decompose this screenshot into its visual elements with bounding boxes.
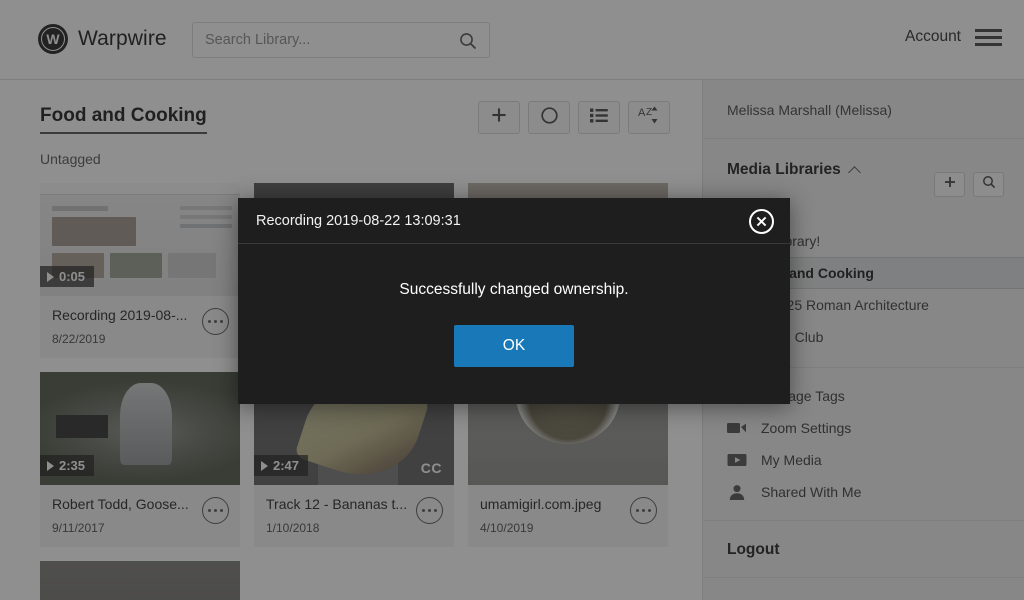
media-options-button[interactable]: [416, 497, 443, 524]
media-libraries-label: Media Libraries: [727, 161, 841, 178]
sidebar-bottom-divider: [703, 577, 1024, 578]
search-bar[interactable]: [192, 22, 490, 58]
dialog-title: Recording 2019-08-22 13:09:31: [256, 212, 461, 229]
duration-badge: 2:35: [40, 455, 95, 476]
ok-button[interactable]: OK: [454, 325, 574, 367]
sidebar-user-name: Melissa Marshall (Melissa): [703, 80, 1024, 139]
media-card[interactable]: 2:35 Robert Todd, Goose... 9/11/2017: [40, 372, 240, 547]
close-icon[interactable]: [749, 209, 774, 234]
dialog-message: Successfully changed ownership.: [399, 281, 629, 298]
nav-label: Shared With Me: [761, 484, 862, 500]
circle-icon: [540, 106, 559, 130]
plus-icon: [943, 175, 957, 194]
media-date: 4/10/2019: [480, 521, 534, 535]
media-thumbnail[interactable]: [40, 561, 240, 600]
app-header: W Warpwire Account: [0, 0, 1024, 80]
media-date: 1/10/2018: [266, 521, 320, 535]
search-library-button[interactable]: [973, 172, 1004, 197]
media-card-body: umamigirl.com.jpeg 4/10/2019: [468, 485, 668, 547]
media-title: Robert Todd, Goose...: [52, 496, 189, 512]
play-icon: [47, 460, 54, 471]
nav-label: My Media: [761, 452, 822, 468]
brand-name: Warpwire: [78, 27, 167, 50]
svg-text:A: A: [638, 107, 646, 119]
account-menu[interactable]: Account: [905, 28, 1002, 46]
media-date: 9/11/2017: [52, 521, 105, 535]
sidebar-item-my-media[interactable]: My Media: [703, 444, 1024, 476]
plus-icon: [490, 106, 508, 129]
library-actions: [934, 172, 1004, 197]
content-toolbar: A Z: [478, 101, 670, 134]
list-view-button[interactable]: [578, 101, 620, 134]
dialog-body: Successfully changed ownership. OK: [238, 244, 790, 404]
add-library-button[interactable]: [934, 172, 965, 197]
media-options-button[interactable]: [202, 308, 229, 335]
play-icon: [261, 460, 268, 471]
sidebar-item-zoom-settings[interactable]: Zoom Settings: [703, 412, 1024, 444]
duration-text: 2:47: [273, 458, 300, 473]
sidebar-item-shared-with-me[interactable]: Shared With Me: [703, 476, 1024, 508]
media-date: 8/22/2019: [52, 332, 106, 346]
play-icon: [47, 271, 54, 282]
logout-button[interactable]: Logout: [703, 520, 1024, 577]
record-button[interactable]: [528, 101, 570, 134]
media-card-body: Track 12 - Bananas t... 1/10/2018: [254, 485, 454, 547]
search-icon: [459, 32, 477, 55]
page-title: Food and Cooking: [40, 105, 207, 134]
video-camera-icon: [727, 419, 747, 437]
app-root: W Warpwire Account: [0, 0, 1024, 600]
duration-badge: 2:47: [254, 455, 309, 476]
search-icon: [982, 175, 996, 194]
list-icon: [590, 108, 608, 128]
nav-label: Zoom Settings: [761, 420, 852, 436]
brand[interactable]: W Warpwire: [38, 24, 167, 54]
closed-caption-badge: CC: [420, 460, 442, 476]
search-input[interactable]: [193, 32, 443, 48]
chevron-up-icon[interactable]: [847, 165, 861, 179]
svg-text:Z: Z: [646, 107, 652, 118]
hamburger-menu-icon[interactable]: [975, 28, 1002, 46]
media-title: Recording 2019-08-...: [52, 307, 188, 323]
ownership-dialog: Recording 2019-08-22 13:09:31 Successful…: [238, 198, 790, 404]
add-media-button[interactable]: [478, 101, 520, 134]
duration-text: 2:35: [59, 458, 86, 473]
media-card[interactable]: [40, 561, 240, 600]
sort-button[interactable]: A Z: [628, 101, 670, 134]
media-title: umamigirl.com.jpeg: [480, 496, 602, 512]
media-card[interactable]: 0:05 Recording 2019-08-... 8/22/2019: [40, 183, 240, 358]
media-thumbnail[interactable]: 2:35: [40, 372, 240, 485]
az-sort-icon: A Z: [637, 104, 661, 131]
dialog-header: Recording 2019-08-22 13:09:31: [238, 198, 790, 244]
warpwire-logo-icon: W: [38, 24, 68, 54]
media-card-body: Recording 2019-08-... 8/22/2019: [40, 296, 240, 358]
media-title: Track 12 - Bananas t...: [266, 496, 406, 512]
media-card-body: Robert Todd, Goose... 9/11/2017: [40, 485, 240, 547]
logo-letter: W: [46, 31, 60, 47]
account-label: Account: [904, 28, 961, 45]
duration-text: 0:05: [59, 269, 86, 284]
media-options-button[interactable]: [202, 497, 229, 524]
section-label-untagged: Untagged: [40, 151, 101, 167]
media-thumbnail[interactable]: 0:05: [40, 183, 240, 296]
play-box-icon: [727, 451, 747, 469]
duration-badge: 0:05: [40, 266, 95, 287]
person-icon: [727, 483, 747, 501]
media-options-button[interactable]: [630, 497, 657, 524]
